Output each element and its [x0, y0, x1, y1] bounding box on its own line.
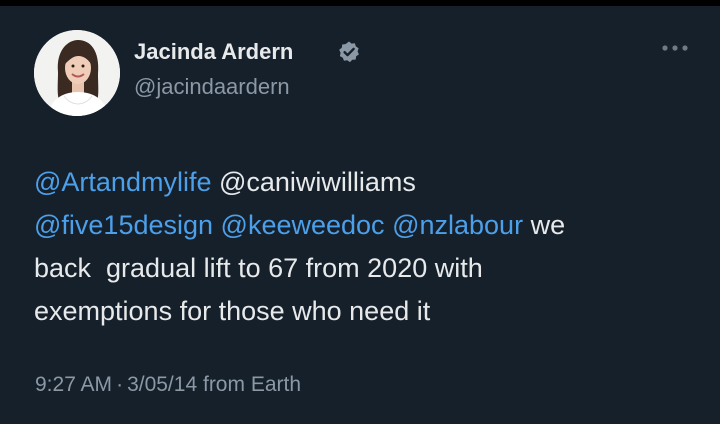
- tweet-card: Jacinda Ardern @jacindaardern @Artandmyl…: [0, 6, 720, 424]
- tweet-line-1: @Artandmylife @caniwiwilliams: [34, 161, 684, 204]
- tweet-time[interactable]: 9:27 AM: [35, 373, 112, 396]
- mention-text[interactable]: @caniwiwilliams: [219, 167, 416, 197]
- tweet-line-3: back gradual lift to 67 from 2020 with: [34, 253, 483, 283]
- mention-link[interactable]: @Artandmylife: [34, 167, 211, 197]
- tweet-source: from Earth: [202, 373, 302, 396]
- tweet-date[interactable]: 3/05/14: [127, 373, 197, 396]
- mention-link[interactable]: @five15design: [34, 210, 213, 240]
- verified-badge-icon: [339, 41, 359, 63]
- author-handle[interactable]: @jacindaardern: [134, 74, 290, 100]
- meta-separator: ·: [116, 373, 124, 396]
- tweet-line-4: exemptions for those who need it: [34, 296, 431, 326]
- more-horizontal-icon[interactable]: [660, 36, 690, 60]
- tweet-text-segment: we: [530, 210, 566, 240]
- tweet-line-2: @five15design @keeweedoc @nzlabour we: [34, 204, 684, 247]
- profile-photo: [34, 30, 120, 116]
- tweet-text: @Artandmylife @caniwiwilliams @five15des…: [34, 161, 684, 333]
- mention-link[interactable]: @nzlabour: [392, 210, 523, 240]
- author-display-name[interactable]: Jacinda Ardern: [134, 39, 293, 65]
- mention-link[interactable]: @keeweedoc: [221, 210, 385, 240]
- tweet-metadata: 9:27 AM · 3/05/14 from Earth: [35, 372, 301, 398]
- avatar[interactable]: [34, 30, 120, 116]
